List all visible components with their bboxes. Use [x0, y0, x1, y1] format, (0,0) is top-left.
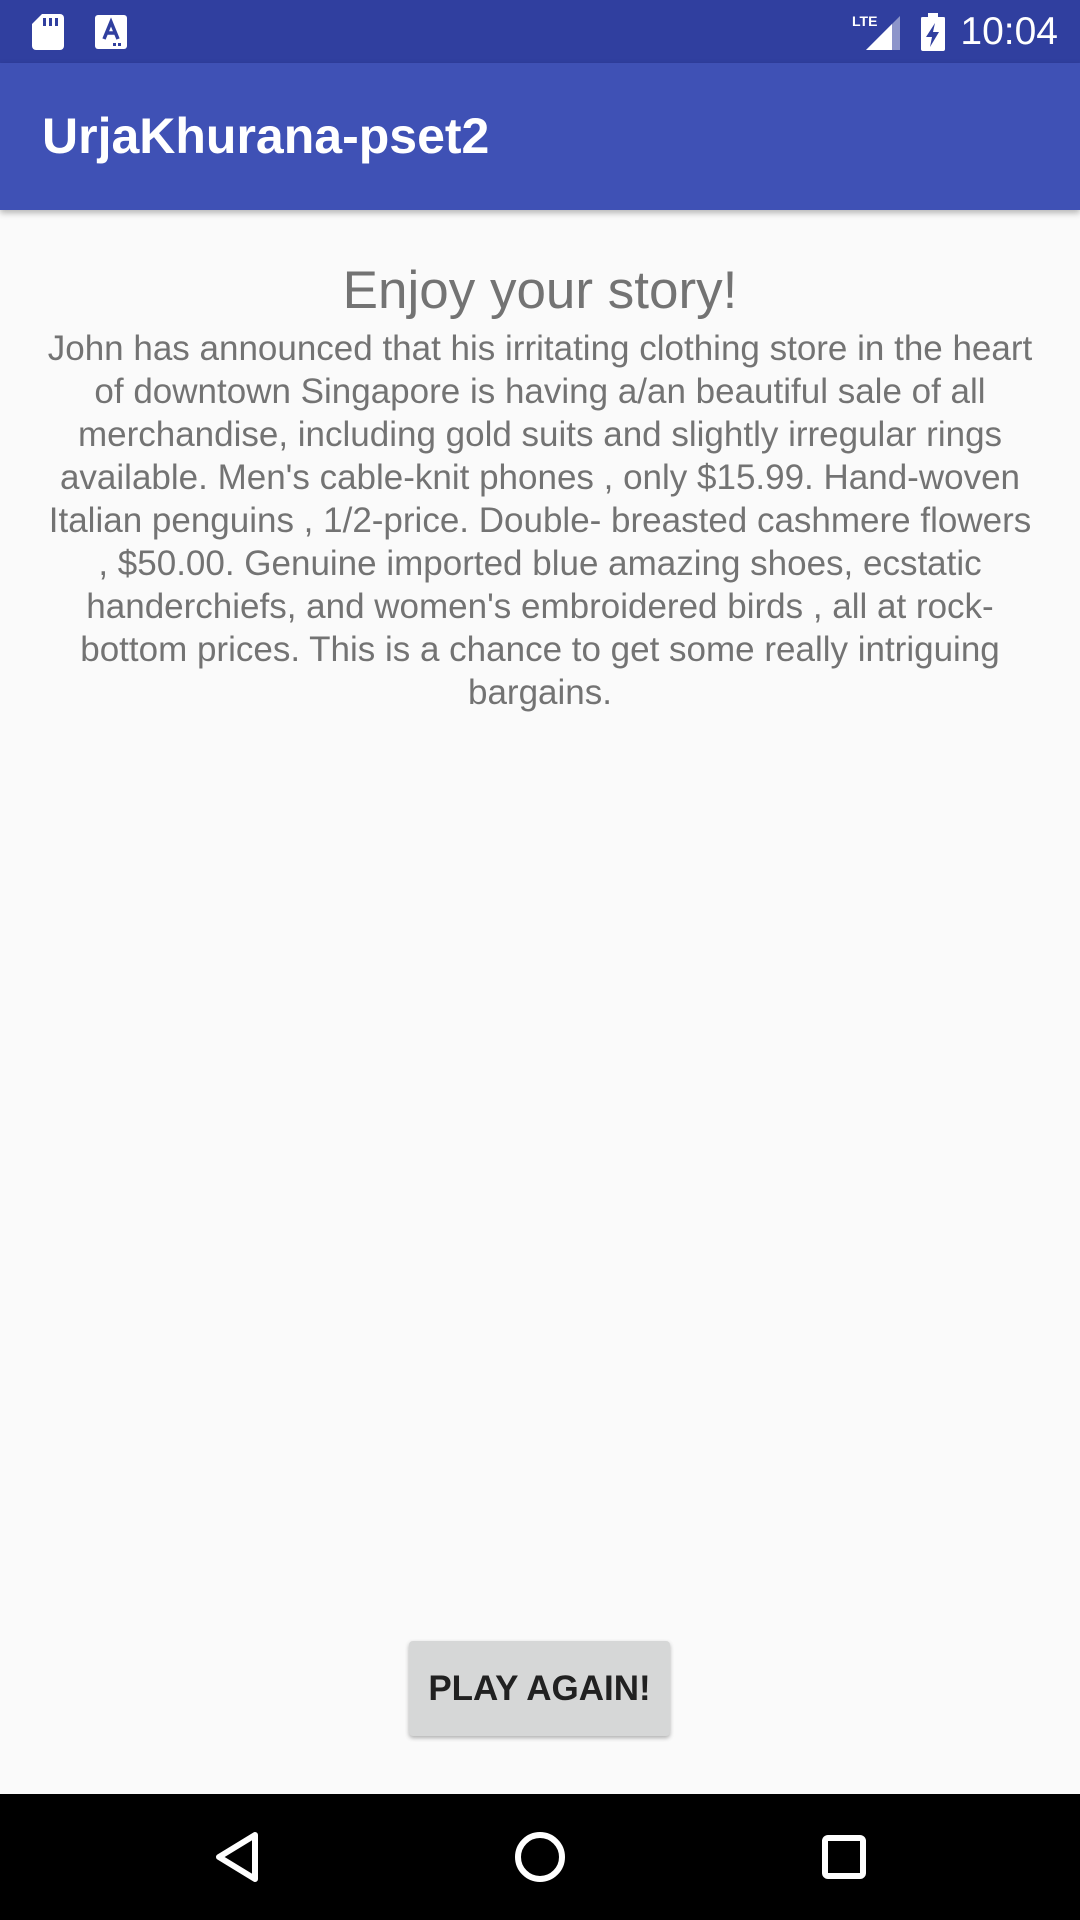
navigation-bar	[0, 1794, 1080, 1920]
sd-card-icon	[32, 14, 64, 55]
lte-signal-icon: LTE	[852, 12, 902, 55]
play-again-button[interactable]: PLAY AGAIN!	[409, 1641, 670, 1736]
back-icon	[216, 1832, 258, 1882]
story-text: John has announced that his irritating c…	[47, 329, 1033, 712]
home-button[interactable]	[477, 1794, 603, 1920]
story-content: Enjoy your story! John has announced tha…	[0, 210, 1080, 1794]
svg-text:LTE: LTE	[852, 13, 877, 29]
app-title: UrjaKhurana-pset2	[42, 108, 490, 164]
home-icon	[515, 1832, 565, 1882]
status-bar: LTE 10:04	[0, 0, 1080, 63]
status-time: 10:04	[960, 10, 1058, 53]
recents-button[interactable]	[781, 1794, 907, 1920]
story-heading: Enjoy your story!	[342, 261, 738, 320]
a-icon	[95, 15, 127, 54]
battery-charging-icon	[920, 13, 946, 56]
app-bar: UrjaKhurana-pset2	[0, 63, 1080, 210]
back-button[interactable]	[174, 1794, 300, 1920]
recents-icon	[822, 1835, 866, 1879]
